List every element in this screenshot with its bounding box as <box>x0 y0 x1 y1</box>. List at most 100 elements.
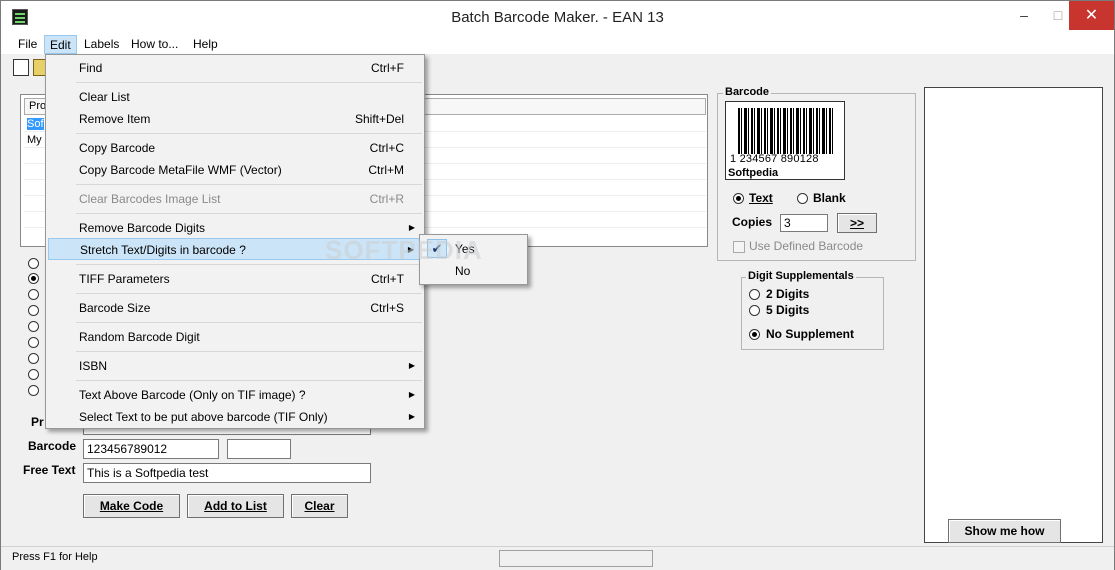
use-defined-label[interactable]: Use Defined Barcode <box>749 239 863 253</box>
status-pane <box>499 550 653 567</box>
barcode-preview: 1 234567 890128 Softpedia <box>725 101 845 180</box>
barcode-type-radio[interactable] <box>28 385 39 396</box>
menu-edit[interactable]: Edit <box>44 35 77 54</box>
menu-file[interactable]: File <box>13 35 42 54</box>
no-supplement-radio[interactable] <box>749 329 760 340</box>
close-button[interactable]: ✕ <box>1069 1 1114 30</box>
copies-next-button[interactable]: >> <box>837 213 877 233</box>
menu-item-shortcut: Ctrl+M <box>368 163 404 177</box>
free-text-input[interactable]: This is a Softpedia test <box>83 463 371 483</box>
minimize-button[interactable]: – <box>1007 1 1041 30</box>
menu-item-shortcut: Shift+Del <box>354 112 404 126</box>
menu-item-barcode-size[interactable]: Barcode Size Ctrl+S <box>48 297 424 319</box>
copies-input[interactable]: 3 <box>780 214 828 232</box>
menu-item-label: Random Barcode Digit <box>79 330 200 344</box>
status-bar: Press F1 for Help <box>1 546 1114 570</box>
barcode-type-radio[interactable] <box>28 258 39 269</box>
use-defined-checkbox[interactable] <box>733 241 745 253</box>
menu-item-shortcut: Ctrl+S <box>370 301 404 315</box>
five-digits-radio[interactable] <box>749 305 760 316</box>
free-text-label: Free Text <box>23 463 76 477</box>
text-radio[interactable] <box>733 193 744 204</box>
menu-item-label: Barcode Size <box>79 301 151 315</box>
menu-item-shortcut: Ctrl+T <box>371 272 404 286</box>
submenu-arrow-icon: ▶ <box>408 390 415 399</box>
preview-panel <box>924 87 1103 543</box>
barcode-type-radio[interactable] <box>28 369 39 380</box>
barcode-caption: Softpedia <box>728 167 779 179</box>
five-digits-label[interactable]: 5 Digits <box>766 303 809 317</box>
title-bar[interactable]: Batch Barcode Maker. - EAN 13 – □ ✕ <box>1 1 1114 34</box>
menu-labels[interactable]: Labels <box>79 35 124 54</box>
submenu-arrow-icon: ▶ <box>408 412 415 421</box>
copies-label: Copies <box>732 215 773 229</box>
add-to-list-button[interactable]: Add to List <box>187 494 284 518</box>
two-digits-radio[interactable] <box>749 289 760 300</box>
status-help-text: Press F1 for Help <box>12 551 98 563</box>
menu-item-find[interactable]: Find Ctrl+F <box>48 57 424 79</box>
barcode-type-radio[interactable] <box>28 305 39 316</box>
menu-item-label: Clear Barcodes Image List <box>79 192 221 206</box>
barcode-extra-input[interactable] <box>227 439 291 459</box>
menu-item-label: Copy Barcode <box>79 141 156 155</box>
menu-item-text-above[interactable]: Text Above Barcode (Only on TIF image) ?… <box>48 384 424 406</box>
digit-group-title: Digit Supplementals <box>746 270 856 282</box>
menu-item-label: ISBN <box>79 359 108 373</box>
menu-item-remove-item[interactable]: Remove Item Shift+Del <box>48 108 424 130</box>
menu-item-label: Select Text to be put above barcode (TIF… <box>79 410 328 424</box>
menu-item-copy-barcode[interactable]: Copy Barcode Ctrl+C <box>48 137 424 159</box>
submenu-arrow-icon: ▶ <box>408 361 415 370</box>
two-digits-label[interactable]: 2 Digits <box>766 287 809 301</box>
menu-separator <box>76 82 422 83</box>
new-file-icon[interactable] <box>13 59 29 76</box>
blank-option-label[interactable]: Blank <box>813 191 846 205</box>
menu-separator <box>76 322 422 323</box>
menu-item-label: Stretch Text/Digits in barcode ? <box>80 243 246 257</box>
barcode-bars <box>738 108 834 154</box>
main-window: Batch Barcode Maker. - EAN 13 – □ ✕ File… <box>0 0 1115 570</box>
barcode-digits: 1 234567 890128 <box>730 153 819 165</box>
watermark: SOFTPEDIA <box>325 235 483 265</box>
blank-radio[interactable] <box>797 193 808 204</box>
menu-how-to[interactable]: How to... <box>126 35 183 54</box>
barcode-type-radio[interactable] <box>28 337 39 348</box>
menu-item-random-digit[interactable]: Random Barcode Digit <box>48 326 424 348</box>
text-option-label[interactable]: Text <box>749 191 773 205</box>
menu-item-isbn[interactable]: ISBN ▶ <box>48 355 424 377</box>
menu-separator <box>76 380 422 381</box>
menu-bar: File Edit Labels How to... Help <box>1 34 1114 54</box>
barcode-input[interactable]: 123456789012 <box>83 439 219 459</box>
barcode-type-radio[interactable] <box>28 321 39 332</box>
menu-item-label: Copy Barcode MetaFile WMF (Vector) <box>79 163 282 177</box>
menu-item-shortcut: Ctrl+F <box>371 61 404 75</box>
menu-help[interactable]: Help <box>188 35 223 54</box>
menu-item-copy-wmf[interactable]: Copy Barcode MetaFile WMF (Vector) Ctrl+… <box>48 159 424 181</box>
menu-separator <box>76 293 422 294</box>
menu-item-label: TIFF Parameters <box>79 272 170 286</box>
barcode-type-radio[interactable] <box>28 353 39 364</box>
clear-button[interactable]: Clear <box>291 494 348 518</box>
list-item-label: Sof <box>27 118 44 130</box>
barcode-type-radio[interactable] <box>28 289 39 300</box>
menu-item-shortcut: Ctrl+R <box>369 192 404 206</box>
menu-item-label: Find <box>79 61 103 75</box>
menu-item-tiff[interactable]: TIFF Parameters Ctrl+T <box>48 268 424 290</box>
menu-separator <box>76 213 422 214</box>
menu-item-shortcut: Ctrl+C <box>369 141 404 155</box>
barcode-type-radio[interactable] <box>28 273 39 284</box>
menu-item-select-text[interactable]: Select Text to be put above barcode (TIF… <box>48 406 424 428</box>
menu-item-clear-images: Clear Barcodes Image List Ctrl+R <box>48 188 424 210</box>
product-label: Pr <box>31 415 44 429</box>
window-title: Batch Barcode Maker. - EAN 13 <box>451 9 664 26</box>
menu-item-label: Remove Barcode Digits <box>79 221 206 235</box>
menu-item-clear-list[interactable]: Clear List <box>48 86 424 108</box>
menu-separator <box>76 184 422 185</box>
menu-item-label: Remove Item <box>79 112 151 126</box>
make-code-button[interactable]: Make Code <box>83 494 180 518</box>
no-supplement-label[interactable]: No Supplement <box>766 327 854 341</box>
barcode-group-title: Barcode <box>723 86 772 98</box>
show-me-how-button[interactable]: Show me how <box>948 519 1061 543</box>
menu-item-label: Clear List <box>79 90 130 104</box>
menu-separator <box>76 133 422 134</box>
barcode-label: Barcode <box>28 439 77 453</box>
